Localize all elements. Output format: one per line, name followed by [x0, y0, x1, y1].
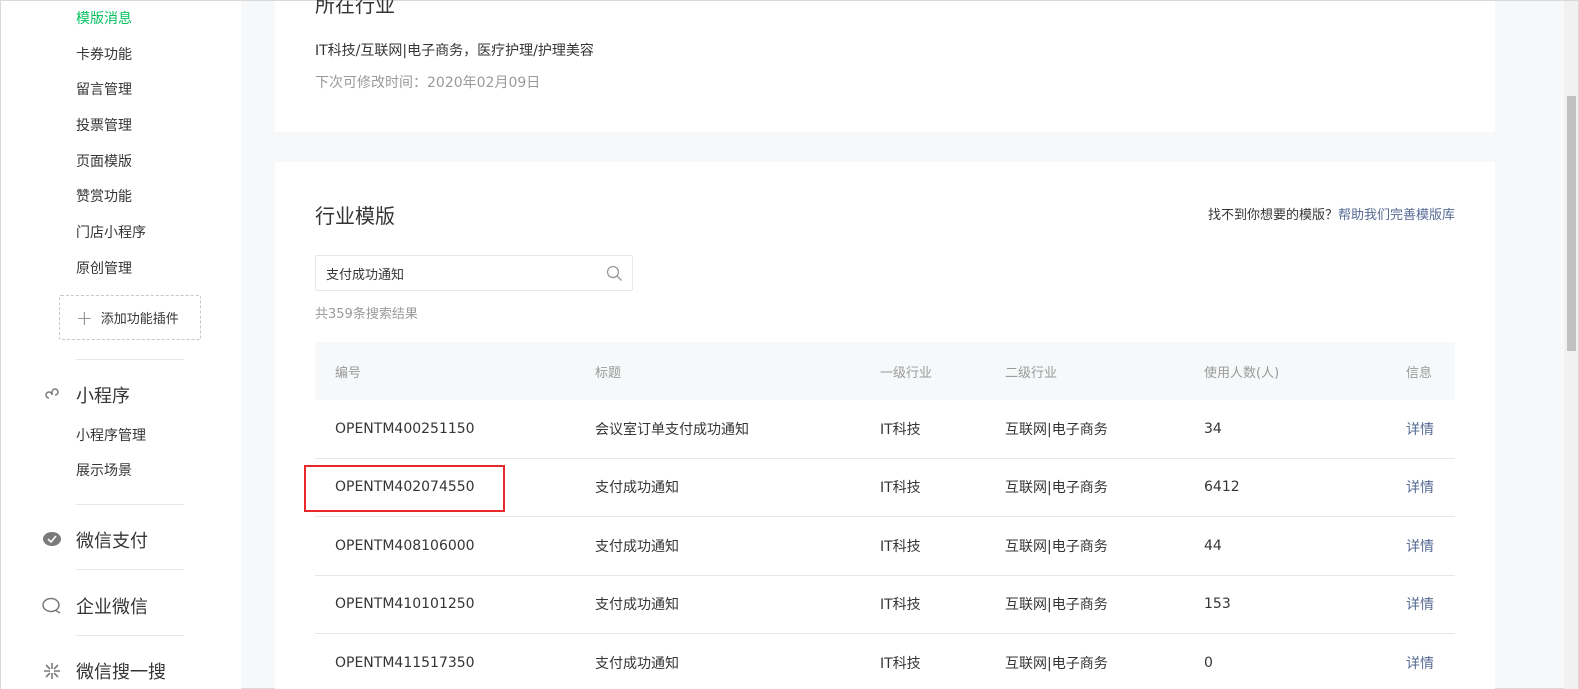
industry-card: 所在行业 IT科技/互联网|电子商务，医疗护理/护理美容 下次可修改时间：202… [275, 0, 1495, 132]
sidebar-item-miniprogram-manage[interactable]: 小程序管理 [76, 426, 146, 446]
template-title: 支付成功通知 [595, 655, 679, 672]
details-link[interactable]: 详情 [1406, 594, 1434, 614]
secondary-industry: 互联网|电子商务 [1005, 655, 1108, 672]
divider [76, 635, 184, 636]
template-title: 会议室订单支付成功通知 [595, 421, 749, 438]
divider [76, 359, 184, 360]
search-icon[interactable] [606, 265, 623, 286]
plus-icon: + [76, 305, 93, 330]
template-title: 支付成功通知 [595, 480, 679, 497]
user-count: 153 [1204, 596, 1231, 613]
link-icon [41, 384, 63, 406]
table-row: OPENTM410101250 支付成功通知 IT科技 互联网|电子商务 153… [315, 576, 1455, 634]
add-plugin-label: 添加功能插件 [100, 312, 179, 327]
sidebar-item-reward[interactable]: 赞赏功能 [76, 187, 132, 207]
work-wechat-icon [41, 595, 63, 617]
sidebar-item-store-miniprogram[interactable]: 门店小程序 [76, 223, 146, 243]
details-link[interactable]: 详情 [1406, 477, 1434, 497]
column-header: 一级行业 [880, 365, 933, 381]
wechat-pay-icon [41, 529, 63, 551]
sidebar-item-display-scene[interactable]: 展示场景 [76, 461, 132, 481]
add-plugin-button[interactable]: + 添加功能插件 [59, 295, 201, 340]
template-id: OPENTM408106000 [335, 537, 475, 554]
table-row: OPENTM402074550 支付成功通知 IT科技 互联网|电子商务 641… [315, 459, 1455, 517]
user-count: 44 [1204, 537, 1222, 554]
sidebar-item-comments[interactable]: 留言管理 [76, 80, 132, 100]
sidebar-item-cards[interactable]: 卡券功能 [76, 45, 132, 65]
column-header: 信息 [1406, 365, 1433, 381]
industry-card-title: 所在行业 [315, 0, 395, 17]
template-id: OPENTM400251150 [335, 420, 475, 437]
details-link[interactable]: 详情 [1406, 536, 1434, 556]
table-row: OPENTM411517350 支付成功通知 IT科技 互联网|电子商务 0 详… [315, 634, 1455, 689]
table-row: OPENTM408106000 支付成功通知 IT科技 互联网|电子商务 44 … [315, 517, 1455, 576]
templates-card: 行业模版 找不到你想要的模版？帮助我们完善模版库 共359条搜索结果 编号 标题… [275, 162, 1495, 689]
primary-industry: IT科技 [880, 421, 921, 438]
sidebar-item-template-message[interactable]: 模版消息 [76, 9, 132, 29]
column-header: 标题 [595, 365, 622, 381]
template-id: OPENTM411517350 [335, 654, 475, 671]
sidebar-item-voting[interactable]: 投票管理 [76, 116, 132, 136]
primary-industry: IT科技 [880, 480, 921, 497]
table-row: OPENTM400251150 会议室订单支付成功通知 IT科技 互联网|电子商… [315, 400, 1455, 459]
help-prefix: 找不到你想要的模版？ [1207, 208, 1338, 223]
table-header: 编号 标题 一级行业 二级行业 使用人数(人) 信息 [315, 342, 1455, 400]
details-link[interactable]: 详情 [1406, 653, 1434, 673]
help-text: 找不到你想要的模版？帮助我们完善模版库 [1208, 204, 1455, 223]
help-link[interactable]: 帮助我们完善模版库 [1338, 208, 1455, 223]
section-label: 微信搜一搜 [76, 662, 166, 683]
column-header: 使用人数(人) [1204, 365, 1280, 381]
search-input[interactable] [326, 265, 596, 281]
scrollbar-thumb[interactable] [1567, 96, 1576, 351]
secondary-industry: 互联网|电子商务 [1005, 480, 1108, 497]
divider [76, 504, 184, 505]
user-count: 0 [1204, 654, 1213, 671]
next-modify-time: 下次可修改时间：2020年02月09日 [315, 75, 541, 91]
section-wechat-pay[interactable]: 微信支付 [41, 527, 148, 553]
search-box [315, 255, 633, 291]
section-wechat-search[interactable]: 微信搜一搜 [41, 658, 166, 684]
primary-industry: IT科技 [880, 597, 921, 614]
templates-title: 行业模版 [315, 204, 395, 228]
sidebar-item-page-template[interactable]: 页面模版 [76, 152, 132, 172]
search-star-icon [41, 660, 63, 682]
divider [76, 569, 184, 570]
industry-value: IT科技/互联网|电子商务，医疗护理/护理美容 [315, 43, 594, 59]
user-count: 6412 [1204, 479, 1240, 496]
result-count: 共359条搜索结果 [315, 307, 418, 322]
section-work-wechat[interactable]: 企业微信 [41, 593, 148, 619]
sidebar: 模版消息 卡券功能 留言管理 投票管理 页面模版 赞赏功能 门店小程序 原创管理… [1, 1, 241, 689]
details-link[interactable]: 详情 [1406, 419, 1434, 439]
secondary-industry: 互联网|电子商务 [1005, 421, 1108, 438]
template-id: OPENTM402074550 [335, 479, 475, 496]
column-header: 二级行业 [1005, 365, 1058, 381]
primary-industry: IT科技 [880, 655, 921, 672]
section-mini-program[interactable]: 小程序 [41, 382, 130, 408]
user-count: 34 [1204, 420, 1222, 437]
primary-industry: IT科技 [880, 538, 921, 555]
template-id: OPENTM410101250 [335, 596, 475, 613]
section-label: 企业微信 [76, 597, 148, 618]
template-title: 支付成功通知 [595, 538, 679, 555]
section-label: 小程序 [76, 386, 130, 407]
section-label: 微信支付 [76, 531, 148, 552]
secondary-industry: 互联网|电子商务 [1005, 538, 1108, 555]
templates-table: 编号 标题 一级行业 二级行业 使用人数(人) 信息 OPENTM4002511… [315, 342, 1455, 689]
secondary-industry: 互联网|电子商务 [1005, 597, 1108, 614]
sidebar-item-original[interactable]: 原创管理 [76, 259, 132, 279]
template-title: 支付成功通知 [595, 597, 679, 614]
column-header: 编号 [335, 365, 362, 381]
